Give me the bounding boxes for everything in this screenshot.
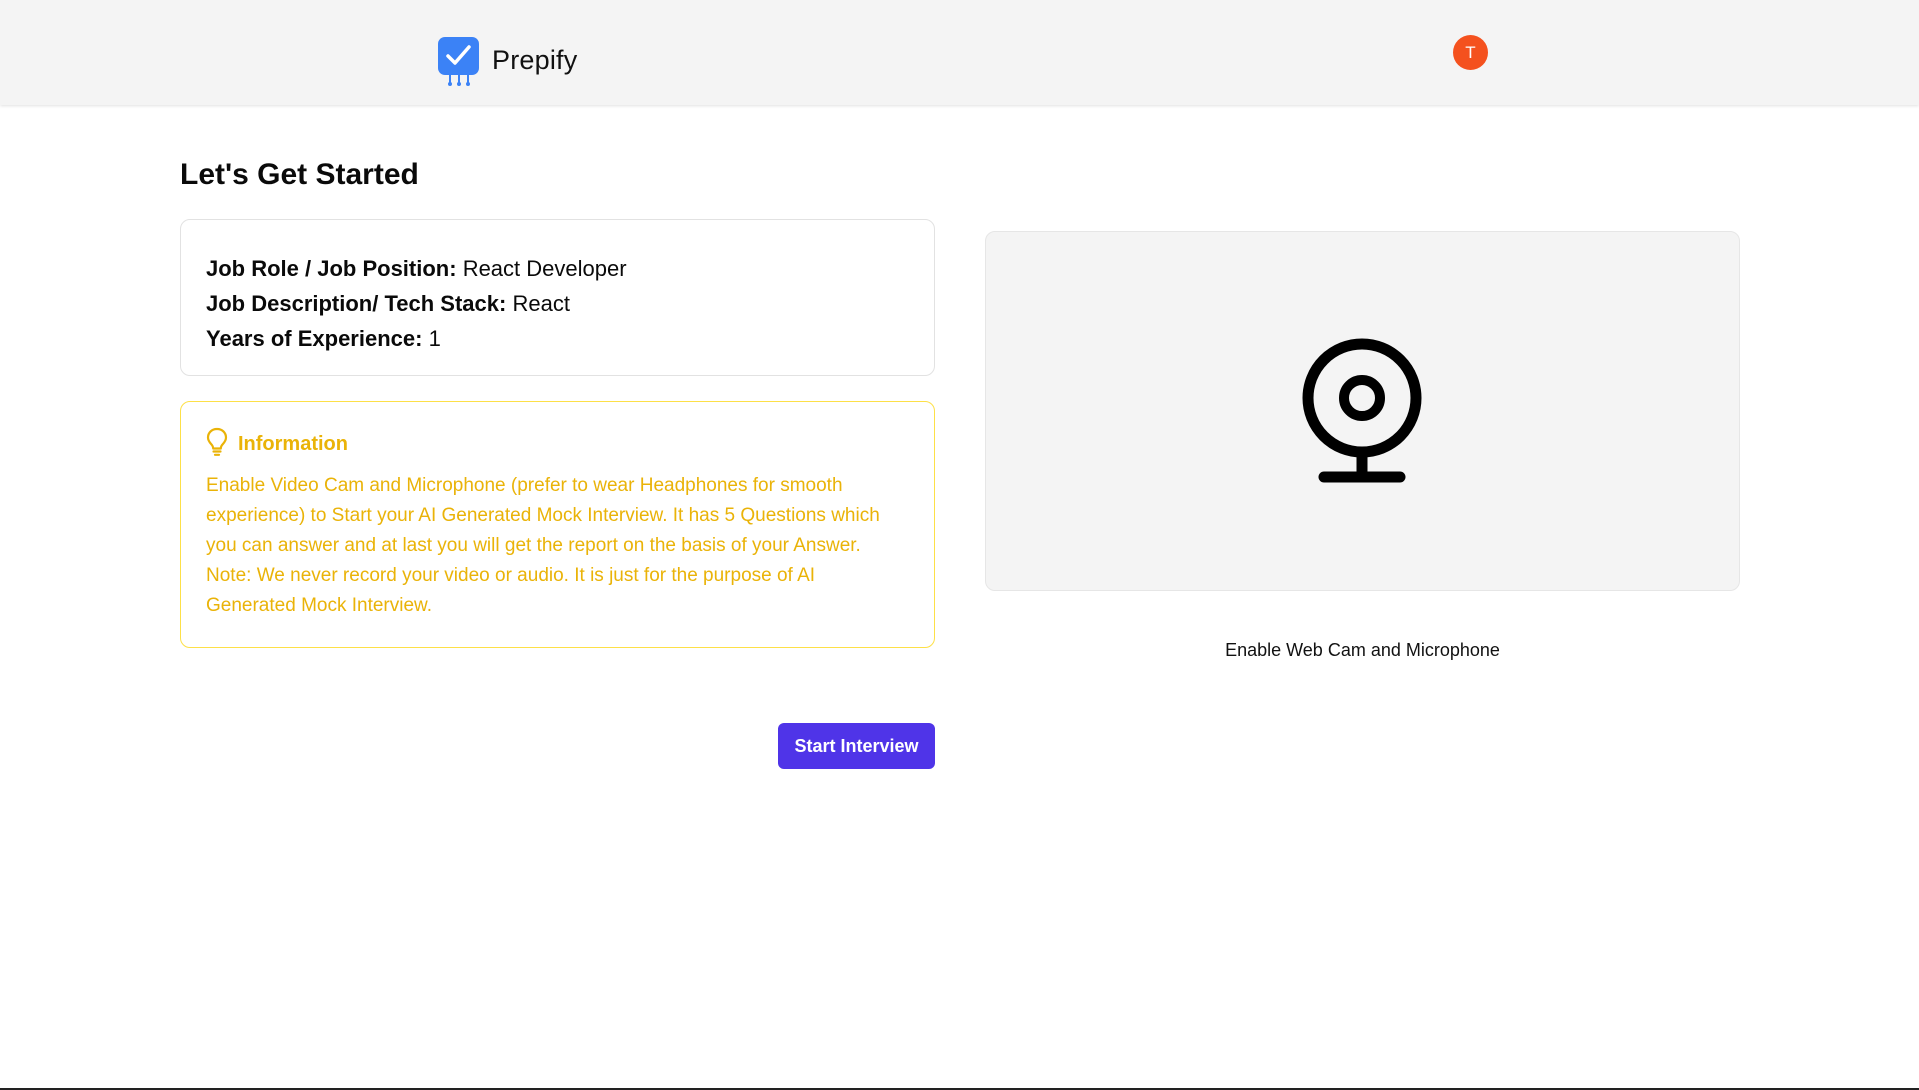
lightbulb-icon <box>206 427 228 462</box>
information-card: Information Enable Video Cam and Microph… <box>180 401 935 648</box>
job-details-card: Job Role / Job Position: React Developer… <box>180 219 935 376</box>
webcam-icon <box>1302 338 1422 483</box>
job-description-value: React <box>512 291 570 316</box>
checkbox-logo-icon <box>438 35 480 86</box>
information-title: Information <box>238 432 348 455</box>
experience-value: 1 <box>428 326 441 351</box>
page-title: Let's Get Started <box>180 158 419 191</box>
job-description-line: Job Description/ Tech Stack: React <box>206 286 909 321</box>
job-description-label: Job Description/ Tech Stack: <box>206 291 507 316</box>
user-avatar[interactable]: T <box>1453 35 1488 70</box>
experience-label: Years of Experience: <box>206 326 423 351</box>
brand-name: Prepify <box>492 44 578 75</box>
start-interview-button[interactable]: Start Interview <box>778 723 935 769</box>
job-role-label: Job Role / Job Position: <box>206 256 457 281</box>
webcam-preview <box>985 231 1740 591</box>
job-role-line: Job Role / Job Position: React Developer <box>206 251 909 286</box>
experience-line: Years of Experience: 1 <box>206 321 909 356</box>
information-text: Enable Video Cam and Microphone (prefer … <box>206 475 880 616</box>
job-role-value: React Developer <box>462 256 627 281</box>
information-header: Information <box>206 427 909 462</box>
avatar-initial: T <box>1465 42 1476 62</box>
enable-webcam-button[interactable]: Enable Web Cam and Microphone <box>1190 632 1535 668</box>
top-navbar: Prepify T <box>0 0 1919 105</box>
brand-logo[interactable]: Prepify <box>438 34 577 86</box>
